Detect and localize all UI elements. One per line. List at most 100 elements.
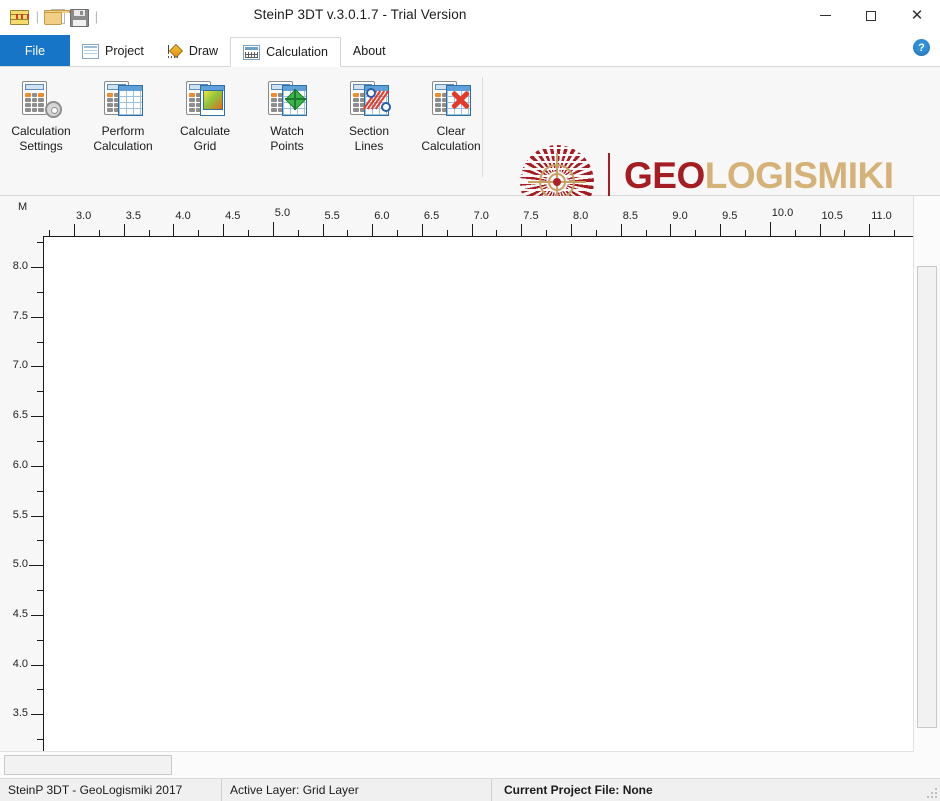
h-ruler-label: 11.0 [871, 210, 892, 222]
h-ruler-label: 10.5 [821, 210, 843, 222]
vertical-ruler[interactable]: 8.0 7.5 7.0 6.5 6.0 5.5 5.0 4.5 4.0 3.5 [0, 236, 43, 752]
status-app-info: SteinP 3DT - GeoLogismiki 2017 [0, 779, 222, 801]
section-lines-label-1: Section [348, 124, 390, 138]
v-ruler-label: 5.0 [12, 558, 28, 571]
v-ruler-label: 7.5 [12, 309, 28, 322]
tab-project[interactable]: Project [70, 36, 156, 66]
v-ruler-label: 5.5 [12, 508, 28, 521]
v-ruler-tick [31, 515, 43, 517]
v-ruler-tick [31, 465, 43, 467]
v-ruler-tick [31, 316, 43, 318]
ribbon-group-options: Calculation Settings Perform Calculation [0, 67, 492, 185]
tab-file[interactable]: File [0, 35, 70, 66]
vertical-scrollbar-thumb[interactable] [917, 266, 937, 728]
tab-list: File Project Draw Calculation About [0, 35, 398, 67]
drawing-canvas[interactable] [43, 236, 914, 752]
maximize-button[interactable] [848, 0, 894, 31]
v-ruler-label: 3.5 [12, 707, 28, 720]
v-ruler-label: 6.5 [12, 409, 28, 422]
application-window: | | SteinP 3DT v.3.0.1.7 - Trial Version… [0, 0, 940, 801]
h-ruler-label: 3.5 [125, 210, 141, 222]
horizontal-scrollbar[interactable] [0, 751, 914, 778]
tab-calculation-label: Calculation [266, 45, 328, 59]
v-ruler-label: 4.0 [12, 657, 28, 670]
h-ruler-label: 6.5 [423, 210, 440, 222]
minimize-button[interactable] [802, 0, 848, 31]
h-ruler-tick [123, 224, 125, 236]
h-ruler-label: 9.0 [672, 210, 688, 222]
h-ruler-label: 5.0 [274, 207, 291, 219]
tab-about[interactable]: About [341, 36, 398, 66]
section-lines-icon [348, 79, 391, 119]
window-title-text: SteinP 3DT v.3.0.1.7 - Trial Version [253, 7, 467, 22]
h-ruler-tick [869, 224, 871, 236]
tab-calculation[interactable]: Calculation [230, 37, 341, 67]
h-ruler-tick [471, 224, 473, 236]
ribbon-group-divider [482, 77, 483, 177]
perform-calculation-button[interactable]: Perform Calculation [82, 75, 164, 154]
ribbon-tab-strip: File Project Draw Calculation About ? [0, 35, 940, 67]
clear-calculation-label-2: Calculation [421, 139, 481, 153]
help-icon-label: ? [918, 41, 925, 54]
h-ruler-label: 3.0 [76, 210, 92, 222]
horizontal-scrollbar-thumb[interactable] [4, 755, 172, 775]
perform-calculation-icon [102, 79, 144, 119]
logo-part-geo: GEO [624, 154, 705, 196]
v-ruler-tick [29, 565, 43, 567]
v-ruler-label: 8.0 [12, 260, 28, 272]
v-ruler-tick [31, 614, 43, 616]
h-ruler-tick [720, 224, 722, 236]
h-ruler-tick [223, 224, 225, 236]
h-ruler-tick [372, 224, 374, 236]
calculate-grid-label-2: Grid [193, 139, 217, 153]
calculate-grid-label-1: Calculate [179, 124, 231, 138]
v-ruler-tick [31, 664, 43, 666]
scrollbar-corner [914, 752, 940, 778]
h-ruler-tick [819, 224, 821, 236]
v-ruler-label: 7.0 [12, 359, 28, 372]
h-ruler-label: 7.5 [523, 210, 539, 222]
window-controls: ✕ [802, 0, 940, 31]
section-lines-label-2: Lines [354, 139, 384, 153]
v-ruler-tick [31, 366, 43, 368]
help-icon[interactable]: ? [913, 39, 930, 56]
status-active-layer: Active Layer: Grid Layer [222, 779, 492, 801]
v-ruler-tick [31, 267, 43, 268]
h-ruler-label: 8.5 [622, 210, 638, 222]
h-ruler-tick [769, 222, 771, 236]
calculate-grid-icon [184, 79, 226, 119]
h-ruler-label: 4.0 [175, 210, 191, 222]
h-ruler-tick [521, 224, 523, 236]
h-ruler-tick [421, 224, 423, 236]
ruler-corner: M [0, 196, 43, 236]
h-ruler-tick [322, 224, 324, 236]
tab-draw-label: Draw [188, 44, 219, 58]
h-ruler-label: 10.0 [771, 207, 794, 219]
resize-grip-icon[interactable] [926, 787, 938, 799]
horizontal-ruler[interactable]: 3.0 3.5 4.0 4.5 5.0 5.5 6.0 6.5 7.0 7.5 8.0 8.5 9.0 9… [43, 196, 914, 236]
logo-part-logismiki: LOGISMIKI [704, 154, 894, 196]
ribbon: Calculation Settings Perform Calculation [0, 67, 940, 255]
h-ruler-tick [173, 224, 175, 236]
clear-calculation-button[interactable]: Clear Calculation [410, 75, 492, 154]
tab-file-label: File [24, 43, 46, 58]
calculate-grid-button[interactable]: Calculate Grid [164, 75, 246, 154]
vertical-scrollbar[interactable] [913, 196, 940, 752]
section-lines-button[interactable]: Section Lines [328, 75, 410, 154]
h-ruler-label: 8.0 [573, 210, 589, 222]
calculation-settings-icon [20, 79, 62, 119]
tab-draw[interactable]: Draw [156, 36, 230, 66]
window-title: SteinP 3DT v.3.0.1.7 - Trial Version [0, 7, 940, 22]
calculation-settings-button[interactable]: Calculation Settings [0, 75, 82, 154]
status-bar: SteinP 3DT - GeoLogismiki 2017 Active La… [0, 778, 940, 801]
calculation-icon [243, 44, 261, 60]
watch-points-button[interactable]: Watch Points [246, 75, 328, 154]
clear-calculation-icon [430, 79, 472, 119]
perform-calculation-label-1: Perform [101, 124, 145, 138]
v-ruler-tick [31, 714, 43, 716]
h-ruler-label: 6.0 [374, 210, 390, 222]
perform-calculation-label-2: Calculation [93, 139, 153, 153]
close-button[interactable]: ✕ [894, 0, 940, 31]
h-ruler-label: 5.5 [324, 210, 340, 222]
watch-points-label-2: Points [270, 139, 304, 153]
